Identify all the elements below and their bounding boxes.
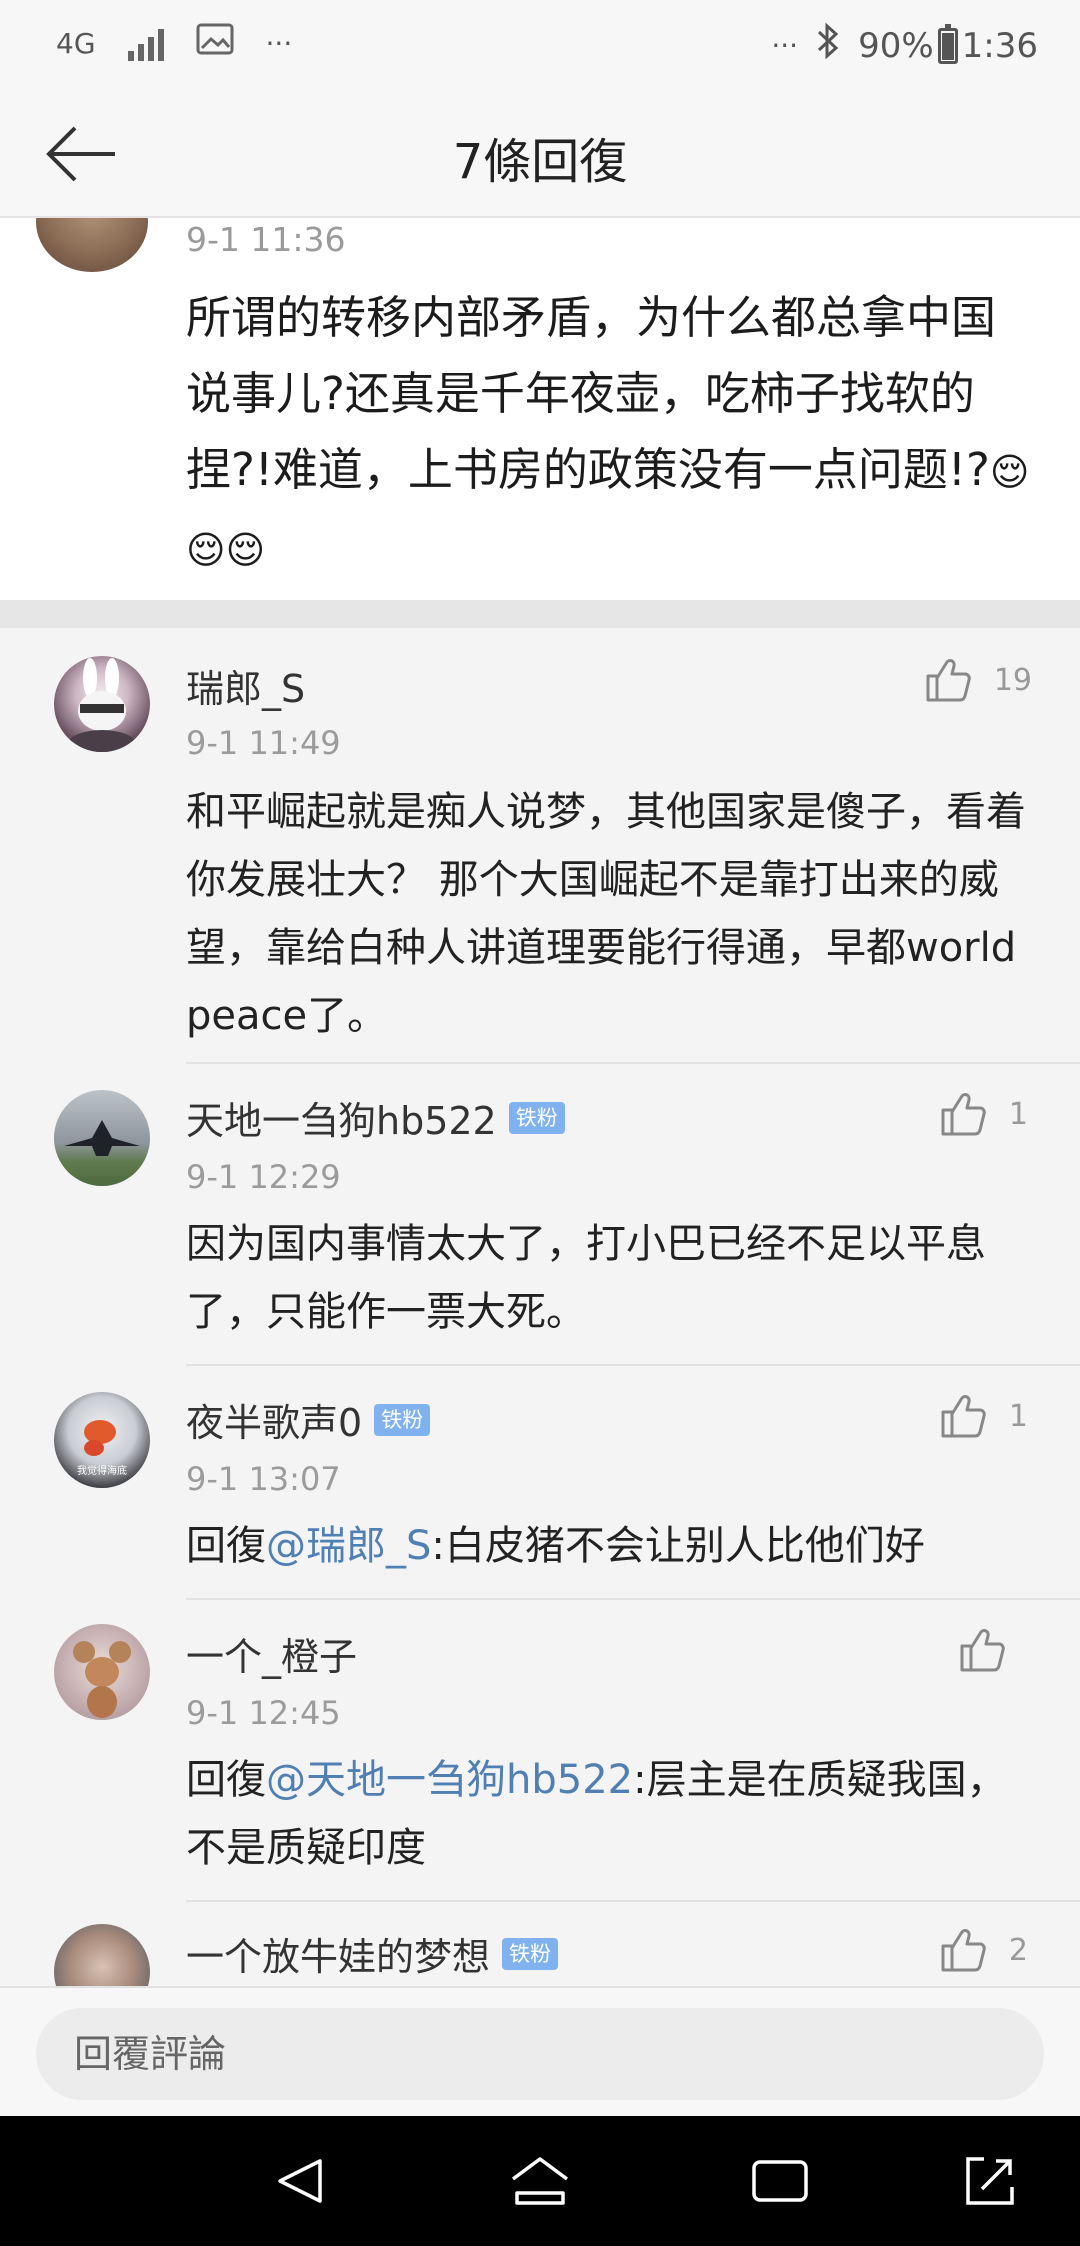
username-text: 一个_橙子 <box>186 1635 358 1679</box>
home-icon <box>511 2157 569 2205</box>
reply-text: 因为国内事情太大了，打小巴已经不足以平息了，只能作一票大死。 <box>186 1210 1036 1346</box>
avatar[interactable] <box>54 1090 150 1186</box>
reply-item[interactable]: 天地一刍狗hb522 铁粉 1 9-1 12:29 因为国内事情太大了，打小巴已… <box>0 1064 1080 1366</box>
rabbit-avatar-icon <box>68 658 136 752</box>
fan-badge: 铁粉 <box>502 1937 559 1970</box>
thumbs-up-icon <box>960 1629 1005 1672</box>
avatar-caption: 我觉得海底 <box>77 1464 127 1477</box>
comment-body: 所谓的转移内部矛盾，为什么都总拿中国说事儿?还真是千年夜壶，吃柿子找软的捏?!难… <box>186 291 997 496</box>
like-button[interactable]: 2 <box>939 1926 1028 1974</box>
username[interactable]: 一个放牛娃的梦想 铁粉 <box>186 1926 559 1981</box>
network-type-icon: 4G <box>56 27 96 60</box>
top-bar: 7條回復 <box>0 88 1080 218</box>
reply-time: 9-1 12:45 <box>186 1694 341 1732</box>
comment-thread[interactable]: 9-1 11:36 所谓的转移内部矛盾，为什么都总拿中国说事儿?还真是千年夜壶，… <box>0 218 1080 1986</box>
main-comment: 9-1 11:36 所谓的转移内部矛盾，为什么都总拿中国说事儿?还真是千年夜壶，… <box>0 218 1080 600</box>
reply-input[interactable] <box>36 2008 1044 2100</box>
username[interactable]: 夜半歌声0 铁粉 <box>186 1392 431 1447</box>
avatar[interactable] <box>54 656 150 752</box>
thumbs-up-icon <box>926 659 971 702</box>
like-count: 19 <box>993 662 1032 698</box>
battery-percent: 90% <box>858 25 934 66</box>
thumbs-up-icon <box>941 1395 986 1438</box>
like-count: 2 <box>1008 1932 1028 1968</box>
more-status-icon: ··· <box>771 29 799 62</box>
like-button[interactable]: 1 <box>939 1392 1028 1440</box>
signal-icon <box>127 27 164 61</box>
reply-body: 和平崛起就是痴人说梦，其他国家是傻子，看着你发展壮大？ 那个大国崛起不是靠打出来… <box>186 789 1026 1039</box>
section-divider <box>0 600 1080 628</box>
username-text: 夜半歌声0 <box>186 1401 363 1445</box>
expand-icon <box>966 2157 1014 2205</box>
jet-avatar-icon <box>64 1120 140 1156</box>
reply-time: 9-1 12:29 <box>186 1158 341 1196</box>
username-text: 一个放牛娃的梦想 <box>186 1935 491 1979</box>
fan-badge: 铁粉 <box>508 1101 565 1134</box>
reply-time: 9-1 13:07 <box>186 1460 341 1498</box>
avatar[interactable]: 我觉得海底 <box>54 1392 150 1488</box>
username[interactable]: 一个_橙子 <box>186 1626 357 1681</box>
nav-recents-button[interactable] <box>745 2146 815 2216</box>
like-button[interactable]: 1 <box>939 1090 1028 1138</box>
like-button[interactable] <box>958 1626 1028 1674</box>
mouse-avatar-icon <box>73 1641 131 1718</box>
reply-item[interactable]: 一个_橙子 9-1 12:45 回復@天地一刍狗hb522:层主是在质疑我国，不… <box>0 1600 1080 1902</box>
username-text: 天地一刍狗hb522 <box>186 1099 497 1143</box>
like-count: 1 <box>1008 1096 1028 1132</box>
reply-item[interactable]: 我觉得海底 夜半歌声0 铁粉 1 9-1 13:07 回復@瑞郎_S:白皮猪不会… <box>0 1366 1080 1600</box>
avatar[interactable] <box>36 218 148 272</box>
reply-body: :白皮猪不会让别人比他们好 <box>431 1523 925 1569</box>
thumbs-up-icon <box>941 1093 986 1136</box>
nav-home-button[interactable] <box>505 2146 575 2216</box>
fan-badge: 铁粉 <box>374 1403 431 1436</box>
username[interactable]: 瑞郎_S <box>186 658 305 713</box>
image-notification-icon <box>196 22 234 65</box>
cat-avatar-icon: 我觉得海底 <box>77 1420 127 1477</box>
nav-back-button[interactable] <box>265 2146 335 2216</box>
reply-prefix: 回復 <box>186 1757 266 1803</box>
reply-item[interactable]: 瑞郎_S 19 9-1 11:49 和平崛起就是痴人说梦，其他国家是傻子，看着你… <box>0 628 1080 1064</box>
reply-text: 回復@瑞郎_S:白皮猪不会让别人比他们好 <box>186 1512 1036 1580</box>
clock: 1:36 <box>961 25 1038 66</box>
page-title: 7條回復 <box>452 134 628 190</box>
comment-time: 9-1 11:36 <box>186 220 346 259</box>
like-count: 1 <box>1008 1398 1028 1434</box>
system-nav-bar <box>0 2116 1080 2246</box>
comment-text: 所谓的转移内部矛盾，为什么都总拿中国说事儿?还真是千年夜壶，吃柿子找软的捏?!难… <box>186 280 1036 588</box>
thumbs-up-icon <box>941 1929 986 1972</box>
mention-link[interactable]: @瑞郎_S <box>266 1523 431 1569</box>
like-button[interactable]: 19 <box>924 656 1032 704</box>
mention-link[interactable]: @天地一刍狗hb522 <box>266 1757 633 1803</box>
nav-expand-button[interactable] <box>955 2146 1025 2216</box>
reply-body: 因为国内事情太大了，打小巴已经不足以平息了，只能作一票大死。 <box>186 1221 986 1335</box>
reply-text: 和平崛起就是痴人说梦，其他国家是傻子，看着你发展壮大？ 那个大国崛起不是靠打出来… <box>186 778 1036 1050</box>
status-left: 4G ··· <box>56 22 292 65</box>
battery-icon <box>937 23 958 64</box>
more-notifications-icon: ··· <box>265 27 293 60</box>
status-right: ··· 90% 1:36 <box>771 22 1038 69</box>
reply-prefix: 回復 <box>186 1523 266 1569</box>
triangle-back-icon <box>278 2159 322 2203</box>
recents-icon <box>752 2160 808 2202</box>
bluetooth-icon <box>816 22 840 69</box>
avatar[interactable] <box>54 1924 150 1986</box>
status-bar: 4G ··· ··· 90% 1:36 <box>0 0 1080 88</box>
reply-text: 回復@天地一刍狗hb522:层主是在质疑我国，不是质疑印度 <box>186 1746 1036 1882</box>
reply-item[interactable]: 一个放牛娃的梦想 铁粉 2 <box>0 1902 1080 1986</box>
reply-bar <box>0 1986 1080 2116</box>
reply-time: 9-1 11:49 <box>186 724 341 762</box>
username[interactable]: 天地一刍狗hb522 铁粉 <box>186 1090 565 1145</box>
username-text: 瑞郎_S <box>186 667 306 711</box>
avatar[interactable] <box>54 1624 150 1720</box>
